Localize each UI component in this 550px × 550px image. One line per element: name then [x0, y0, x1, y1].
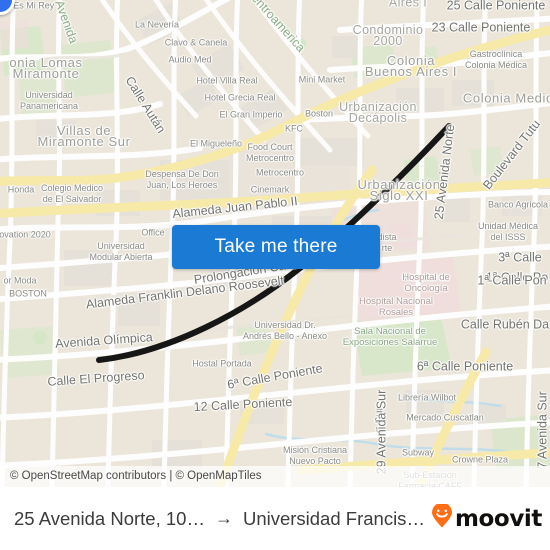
moovit-logo[interactable]: moovit: [431, 502, 542, 533]
moovit-map-screen: .blk{fill:#f2efe9} .bld{fill:#e6e1d8} .g…: [0, 0, 550, 550]
route-footer-bar: 25 Avenida Norte, 10… → Universidad Fran…: [0, 487, 550, 550]
moovit-wordmark: moovit: [454, 505, 542, 532]
route-destination-label: Universidad Francisco Gavi…: [242, 507, 425, 529]
moovit-smiley-pin-icon: [431, 502, 453, 533]
route-summary: 25 Avenida Norte, 10… → Universidad Fran…: [14, 508, 425, 530]
take-me-there-button[interactable]: Take me there: [172, 225, 380, 269]
route-origin-label: 25 Avenida Norte, 10…: [14, 507, 205, 529]
take-me-there-label: Take me there: [214, 236, 338, 257]
arrow-right-icon: →: [214, 508, 233, 528]
map-attribution: © OpenStreetMap contributors | © OpenMap…: [0, 466, 550, 487]
